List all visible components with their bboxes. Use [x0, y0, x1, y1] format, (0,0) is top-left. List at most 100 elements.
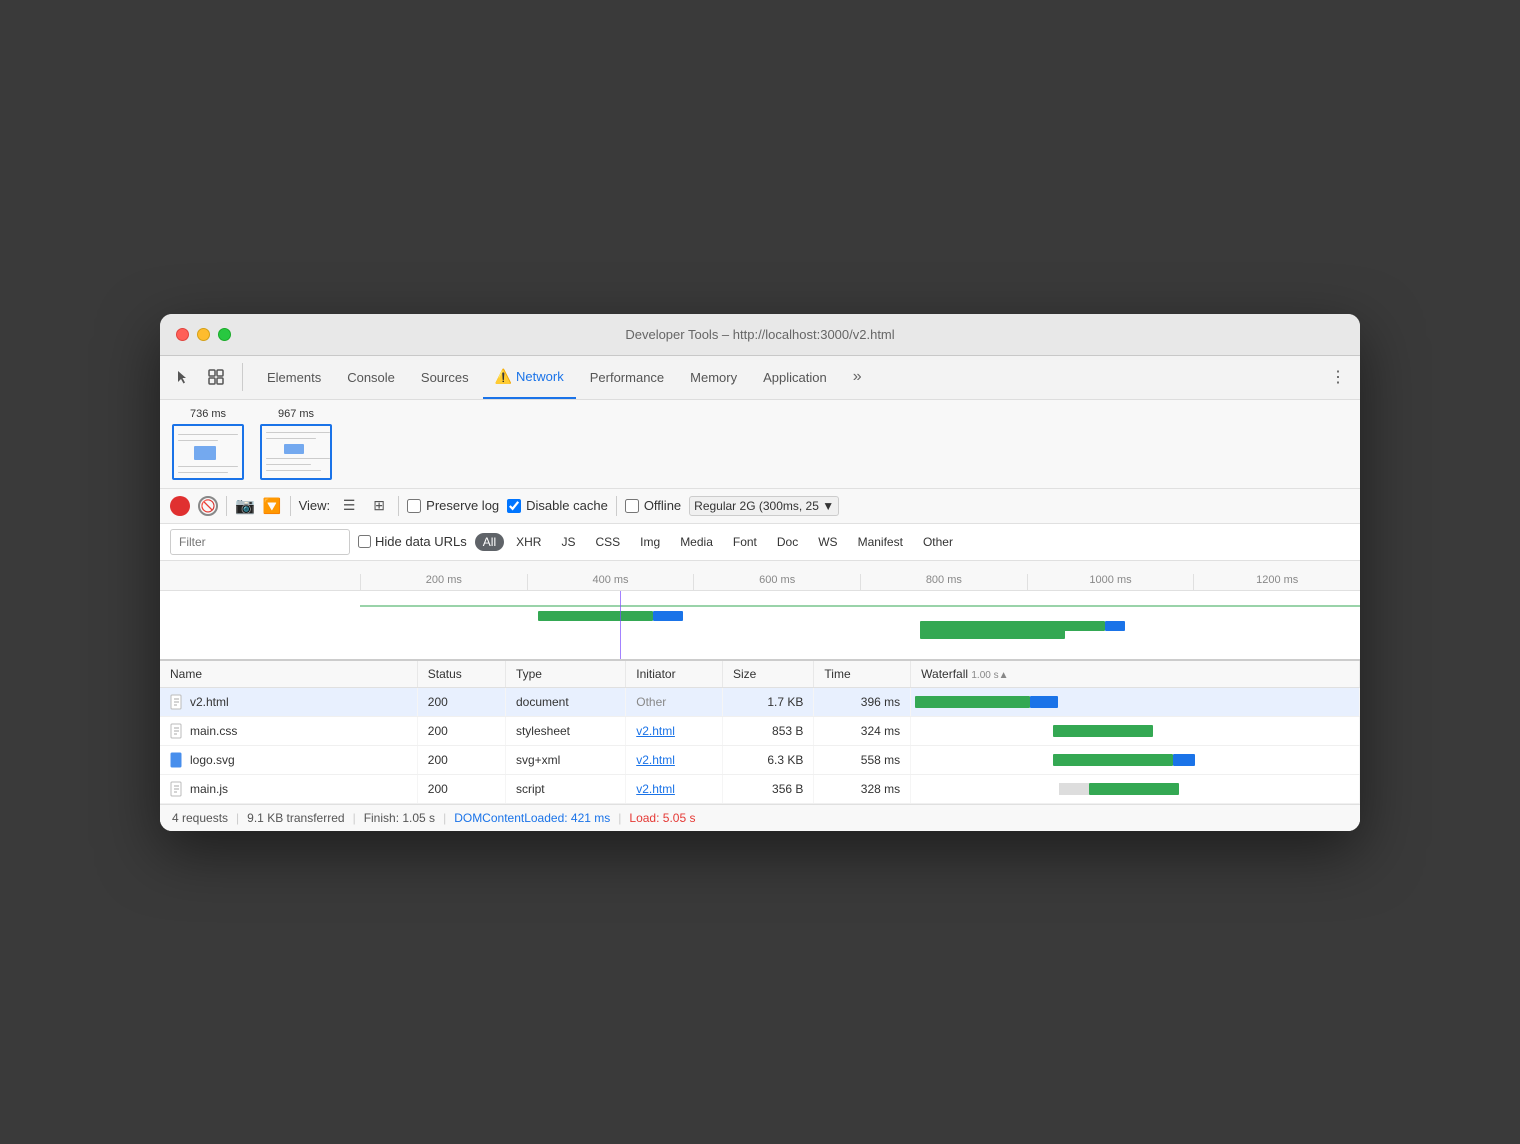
tab-console[interactable]: Console — [335, 355, 407, 399]
cell-initiator-maincss: v2.html — [626, 716, 723, 745]
maximize-button[interactable] — [218, 328, 231, 341]
view-tree-icon[interactable]: ⊞ — [368, 495, 390, 517]
filter-pill-font[interactable]: Font — [725, 533, 765, 551]
hide-data-urls-checkbox[interactable] — [358, 535, 371, 548]
ruler-800: 800 ms — [860, 574, 1027, 590]
offline-checkbox[interactable] — [625, 499, 639, 513]
cell-status-maincss: 200 — [417, 716, 505, 745]
col-initiator[interactable]: Initiator — [626, 661, 723, 688]
divider-2 — [290, 496, 291, 516]
filter-pill-js[interactable]: JS — [553, 533, 583, 551]
preserve-log-checkbox[interactable] — [407, 499, 421, 513]
devtools-body: Elements Console Sources ⚠️ Network Perf… — [160, 356, 1360, 831]
tab-icons — [168, 363, 243, 391]
inspect-icon[interactable] — [202, 363, 230, 391]
cell-time-v2html: 396 ms — [814, 687, 911, 716]
divider-4 — [616, 496, 617, 516]
filter-pill-media[interactable]: Media — [672, 533, 721, 551]
filter-pill-ws[interactable]: WS — [810, 533, 845, 551]
warning-icon: ⚠️ — [495, 368, 512, 385]
ruler-200: 200 ms — [360, 574, 527, 590]
cell-status-mainjs: 200 — [417, 774, 505, 803]
throttle-select[interactable]: Regular 2G (300ms, 25 ▼ — [689, 496, 839, 516]
preserve-log-label[interactable]: Preserve log — [407, 498, 499, 513]
timeline-chart — [160, 591, 1360, 661]
cell-name-mainjs: main.js — [160, 774, 417, 803]
file-icon-html — [170, 694, 184, 710]
table-row[interactable]: main.css 200 stylesheet v2.html 853 B 32… — [160, 716, 1360, 745]
cursor-icon[interactable] — [168, 363, 196, 391]
more-tabs-button[interactable]: » — [845, 364, 870, 390]
tab-memory[interactable]: Memory — [678, 355, 749, 399]
screenshot-strip: 736 ms 967 ms — [160, 400, 1360, 489]
cell-time-mainjs: 328 ms — [814, 774, 911, 803]
offline-label[interactable]: Offline — [625, 498, 681, 513]
cell-size-v2html: 1.7 KB — [722, 687, 813, 716]
wf-bar-green-mainjs — [1089, 783, 1179, 795]
status-dom-content-loaded: DOMContentLoaded: 421 ms — [454, 811, 610, 825]
filter-pill-other[interactable]: Other — [915, 533, 961, 551]
clear-button[interactable]: 🚫 — [198, 496, 218, 516]
cell-waterfall-v2html — [911, 687, 1360, 716]
table-row[interactable]: logo.svg 200 svg+xml v2.html 6.3 KB 558 … — [160, 745, 1360, 774]
camera-icon[interactable]: 📷 — [235, 496, 255, 516]
col-waterfall[interactable]: Waterfall 1.00 s▲ — [911, 661, 1360, 688]
filter-pill-manifest[interactable]: Manifest — [850, 533, 911, 551]
filter-pill-css[interactable]: CSS — [587, 533, 628, 551]
filter-pill-doc[interactable]: Doc — [769, 533, 806, 551]
tab-elements[interactable]: Elements — [255, 355, 333, 399]
cell-initiator-logosvg: v2.html — [626, 745, 723, 774]
ruler-400: 400 ms — [527, 574, 694, 590]
timeline-cursor — [620, 591, 621, 659]
wf-bar-green-v2html — [915, 696, 1030, 708]
cell-type-v2html: document — [505, 687, 625, 716]
view-list-icon[interactable]: ☰ — [338, 495, 360, 517]
screenshot-item-1[interactable]: 736 ms — [172, 408, 244, 480]
view-label: View: — [299, 498, 331, 513]
screenshot-thumb-1[interactable] — [172, 424, 244, 480]
network-table: Name Status Type Initiator Size Time Wat… — [160, 661, 1360, 804]
disable-cache-label[interactable]: Disable cache — [507, 498, 608, 513]
timeline-bar-v2html-blue — [653, 611, 683, 621]
cell-type-maincss: stylesheet — [505, 716, 625, 745]
col-size[interactable]: Size — [722, 661, 813, 688]
network-table-container[interactable]: Name Status Type Initiator Size Time Wat… — [160, 661, 1360, 804]
col-type[interactable]: Type — [505, 661, 625, 688]
minimize-button[interactable] — [197, 328, 210, 341]
waterfall-sort: 1.00 s▲ — [971, 670, 1008, 681]
ruler-marks: 200 ms 400 ms 600 ms 800 ms 1000 ms 1200… — [160, 561, 1360, 590]
record-button[interactable] — [170, 496, 190, 516]
hide-data-urls-label[interactable]: Hide data URLs — [358, 534, 467, 549]
status-transferred: 9.1 KB transferred — [247, 811, 344, 825]
table-row[interactable]: main.js 200 script v2.html 356 B 328 ms — [160, 774, 1360, 803]
col-time[interactable]: Time — [814, 661, 911, 688]
close-button[interactable] — [176, 328, 189, 341]
cell-status-v2html: 200 — [417, 687, 505, 716]
col-status[interactable]: Status — [417, 661, 505, 688]
tab-performance[interactable]: Performance — [578, 355, 676, 399]
tab-bar: Elements Console Sources ⚠️ Network Perf… — [160, 356, 1360, 400]
tab-sources[interactable]: Sources — [409, 355, 481, 399]
tab-actions: ⋮ — [1324, 363, 1352, 391]
cell-time-maincss: 324 ms — [814, 716, 911, 745]
timeline-bar-v2html-green — [538, 611, 653, 621]
ruler-600: 600 ms — [693, 574, 860, 590]
traffic-lights — [176, 328, 231, 341]
cell-size-maincss: 853 B — [722, 716, 813, 745]
filter-icon[interactable]: 🔽 — [263, 497, 282, 515]
filter-pill-xhr[interactable]: XHR — [508, 533, 549, 551]
tab-network[interactable]: ⚠️ Network — [483, 355, 576, 399]
screenshot-thumb-2[interactable] — [260, 424, 332, 480]
network-toolbar: 🚫 📷 🔽 View: ☰ ⊞ Preserve log Disable cac… — [160, 489, 1360, 524]
table-row[interactable]: v2.html 200 document Other 1.7 KB 396 ms — [160, 687, 1360, 716]
wf-bar-green-maincss — [1053, 725, 1153, 737]
disable-cache-checkbox[interactable] — [507, 499, 521, 513]
filter-input[interactable] — [170, 529, 350, 555]
devtools-menu-button[interactable]: ⋮ — [1324, 363, 1352, 391]
screenshot-item-2[interactable]: 967 ms — [260, 408, 332, 480]
col-name[interactable]: Name — [160, 661, 417, 688]
tab-application[interactable]: Application — [751, 355, 839, 399]
filter-pill-img[interactable]: Img — [632, 533, 668, 551]
status-bar: 4 requests | 9.1 KB transferred | Finish… — [160, 804, 1360, 831]
filter-pill-all[interactable]: All — [475, 533, 504, 551]
